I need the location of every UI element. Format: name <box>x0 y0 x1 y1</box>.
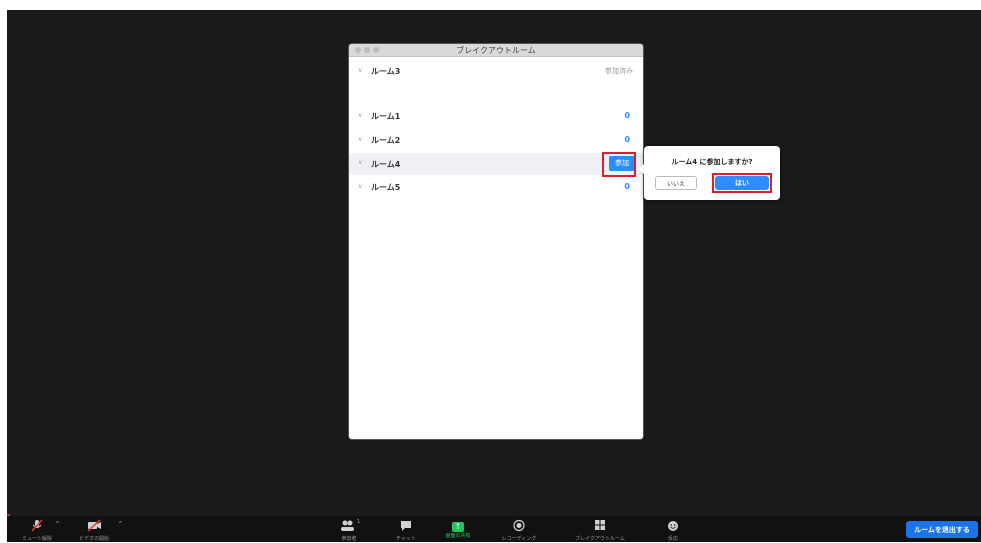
mute-button[interactable]: ^ ミュート解除 <box>11 519 63 543</box>
share-screen-icon: ↑ <box>439 519 477 532</box>
start-video-button[interactable]: ^ ビデオの開始 <box>67 519 123 543</box>
video-camera-off-icon <box>67 519 121 535</box>
breakout-rooms-button[interactable]: ブレイクアウトルーム <box>562 519 638 543</box>
join-confirm-popover: ルーム4 に参加しますか? いいえ はい <box>639 146 780 200</box>
join-room-button[interactable]: 参加 <box>609 156 635 171</box>
breakout-rooms-window: ブレイクアウトルーム ∨ ルーム3 参加済み ∨ ルーム1 0 ∨ ルーム2 0… <box>349 44 643 439</box>
room-name: ルーム4 <box>371 160 401 169</box>
smiley-icon <box>661 519 685 535</box>
room-row-2[interactable]: ∨ ルーム2 0 <box>349 130 643 150</box>
room-name: ルーム3 <box>371 67 401 76</box>
chevron-down-icon[interactable]: ∨ <box>358 136 362 143</box>
room-name: ルーム2 <box>371 136 401 145</box>
chat-bubble-icon <box>391 519 421 535</box>
share-screen-button[interactable]: ↑ 画面の共有 <box>439 519 477 540</box>
meeting-stage: ブレイクアウトルーム ∨ ルーム3 参加済み ∨ ルーム1 0 ∨ ルーム2 0… <box>7 10 981 542</box>
confirm-question: ルーム4 に参加しますか? <box>671 158 753 166</box>
chat-button[interactable]: チャット <box>391 519 421 543</box>
room-row-1[interactable]: ∨ ルーム1 0 <box>349 106 643 126</box>
room-name: ルーム5 <box>371 183 401 192</box>
participant-count: 0 <box>624 182 630 191</box>
cancel-button[interactable]: いいえ <box>655 176 697 190</box>
record-icon <box>493 519 545 535</box>
reactions-button[interactable]: 反応 <box>661 519 685 543</box>
room-name: ルーム1 <box>371 112 401 121</box>
room-row-5[interactable]: ∨ ルーム5 0 <box>349 177 643 197</box>
confirm-yes-button[interactable]: はい <box>715 176 769 190</box>
chevron-up-icon[interactable]: ^ <box>55 521 60 528</box>
room-row-3[interactable]: ∨ ルーム3 参加済み <box>349 61 643 81</box>
share-label: 画面の共有 <box>445 533 471 539</box>
record-button[interactable]: レコーディング <box>493 519 545 543</box>
leave-room-button[interactable]: ルームを退出する <box>906 521 978 538</box>
chevron-down-icon[interactable]: ∨ <box>358 183 362 190</box>
room-row-4[interactable]: ∨ ルーム4 参加 <box>349 153 643 175</box>
participants-count: 1 <box>357 519 361 525</box>
chevron-down-icon[interactable]: ∨ <box>358 112 362 119</box>
participant-count: 0 <box>624 111 630 120</box>
participant-count: 0 <box>624 135 630 144</box>
window-title: ブレイクアウトルーム <box>456 46 536 55</box>
chevron-down-icon[interactable]: ∨ <box>358 67 362 74</box>
meeting-toolbar: ^ ミュート解除 ^ ビデオの開始 1 参加者 チャット ↑ 画面の共有 レコー… <box>7 516 981 542</box>
participants-button[interactable]: 1 参加者 <box>336 519 362 543</box>
chevron-down-icon[interactable]: ∨ <box>358 159 362 166</box>
grid-icon <box>562 519 638 535</box>
chevron-up-icon[interactable]: ^ <box>118 521 123 528</box>
window-titlebar[interactable]: ブレイクアウトルーム <box>349 44 643 57</box>
joined-status: 参加済み <box>605 67 633 75</box>
